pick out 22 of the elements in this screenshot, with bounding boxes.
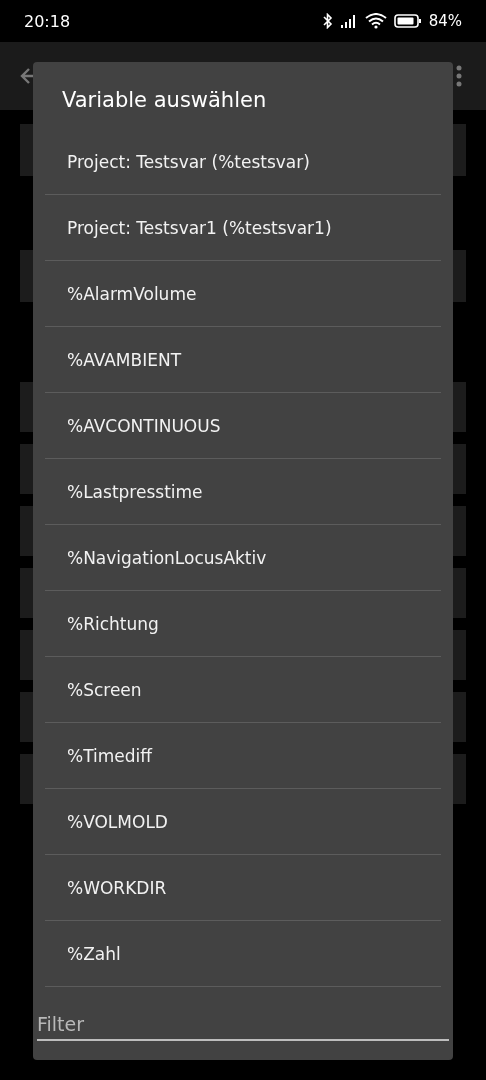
variable-item[interactable]: %Screen xyxy=(45,657,441,723)
dialog-title: Variable auswählen xyxy=(61,87,268,114)
more-icon[interactable] xyxy=(456,65,462,87)
variable-item[interactable]: %Zahl xyxy=(45,921,441,987)
variable-item[interactable]: Project: Testsvar1 (%testsvar1) xyxy=(45,195,441,261)
status-time: 20:18 xyxy=(24,11,71,31)
variable-item[interactable]: %AlarmVolume xyxy=(45,261,441,327)
variable-item[interactable]: %Timediff xyxy=(45,723,441,789)
battery-level: 84% xyxy=(428,12,462,30)
variable-item[interactable]: Project: Testsvar (%testsvar) xyxy=(45,129,441,195)
bluetooth-icon xyxy=(322,13,333,29)
battery-icon xyxy=(393,14,422,28)
variable-item[interactable]: %Lastpresstime xyxy=(45,459,441,525)
signal-icon xyxy=(339,14,358,28)
variable-item[interactable]: %AVCONTINUOUS xyxy=(45,393,441,459)
variable-item[interactable]: %AVAMBIENT xyxy=(45,327,441,393)
filter-field[interactable]: Filter xyxy=(37,1007,449,1041)
variable-item[interactable]: %VOLMOLD xyxy=(45,789,441,855)
variable-item[interactable]: %WORKDIR xyxy=(45,855,441,921)
variable-item[interactable]: %Richtung xyxy=(45,591,441,657)
wifi-icon xyxy=(364,13,387,29)
variable-item[interactable]: %NavigationLocusAktiv xyxy=(45,525,441,591)
